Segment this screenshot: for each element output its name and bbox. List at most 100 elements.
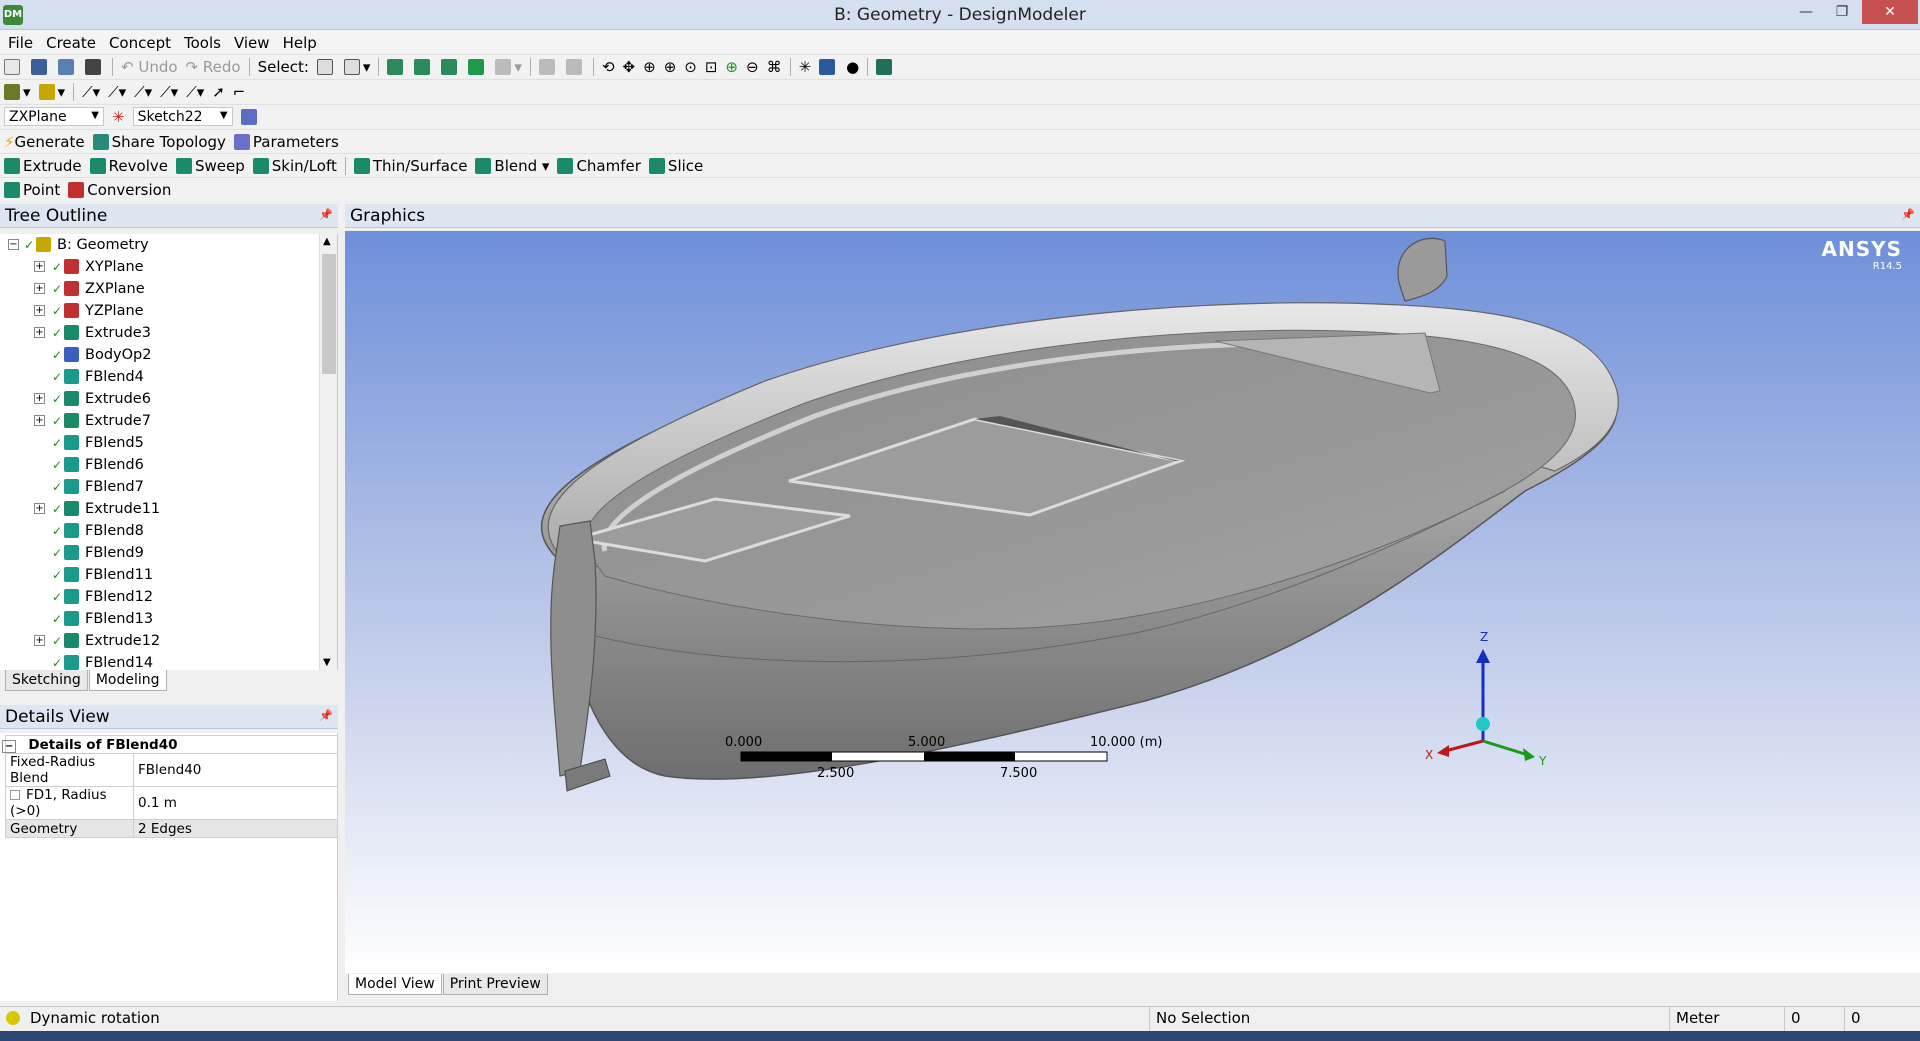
screenshot-button[interactable] (81, 56, 108, 78)
tree-item[interactable]: ✓ FBlend11 (0, 564, 320, 586)
tree-item[interactable]: ✓ FBlend7 (0, 476, 320, 498)
expand-icon[interactable]: + (34, 393, 45, 404)
invert-selection-button[interactable] (562, 56, 589, 78)
skin-loft-button[interactable]: Skin/Loft (249, 155, 341, 177)
new-button[interactable] (0, 56, 27, 78)
export-button[interactable] (54, 56, 81, 78)
magnifier-button[interactable]: ⊕ (721, 56, 742, 78)
redo-button[interactable]: ↷ Redo (182, 56, 245, 78)
scroll-down-icon[interactable]: ▼ (323, 657, 331, 668)
expand-icon[interactable]: + (34, 635, 45, 646)
chamfer-button[interactable]: Chamfer (553, 155, 644, 177)
new-plane-button[interactable]: ⟋▾ (78, 81, 104, 103)
graphics-viewport[interactable]: ANSYS R14.5 0.000 5.000 10.000 (m) 2.500… (345, 231, 1920, 973)
conversion-button[interactable]: Conversion (64, 179, 175, 201)
parameter-checkbox[interactable] (10, 790, 20, 800)
select-all-button[interactable] (535, 56, 562, 78)
extrude-button[interactable]: Extrude (0, 155, 86, 177)
zoom-window-button[interactable]: ⊡ (701, 56, 722, 78)
whats-this-button[interactable] (872, 56, 899, 78)
collapse-icon[interactable]: − (8, 239, 19, 250)
sketch-tool-7-button[interactable]: ⌐ (229, 81, 250, 103)
tab-modeling[interactable]: Modeling (88, 670, 167, 691)
menu-create[interactable]: Create (38, 30, 101, 52)
boat-model[interactable]: 0.000 5.000 10.000 (m) 2.500 7.500 Z X Y (345, 231, 1920, 973)
expand-icon[interactable]: + (34, 261, 45, 272)
tree-item[interactable]: ✓ FBlend8 (0, 520, 320, 542)
sketch-select[interactable]: Sketch22 ▼ (132, 107, 233, 126)
point-button[interactable]: Point (0, 179, 64, 201)
slice-button[interactable]: Slice (645, 155, 707, 177)
maximize-button[interactable]: ❐ (1819, 0, 1865, 24)
triad-iso-ball-icon[interactable] (1476, 717, 1490, 731)
display-toggle-button[interactable]: ▾ (35, 81, 70, 103)
details-row-value[interactable]: FBlend40 (133, 753, 338, 787)
pin-icon[interactable]: 📌 (1901, 208, 1915, 221)
new-plane-toolbar-button[interactable]: ✳ (108, 106, 129, 128)
sketch-tool-4-button[interactable]: ⟋▾ (156, 81, 182, 103)
blend-dropdown[interactable]: Blend ▾ (471, 155, 553, 177)
previous-view-button[interactable]: ⊖ (742, 56, 763, 78)
thin-surface-button[interactable]: Thin/Surface (350, 155, 472, 177)
tree-root[interactable]: − ✓ B: Geometry (0, 234, 320, 256)
tree-item[interactable]: ✓ FBlend4 (0, 366, 320, 388)
share-topology-button[interactable]: Share Topology (89, 131, 230, 153)
tree-item[interactable]: ✓ FBlend5 (0, 432, 320, 454)
new-sketch-toolbar-button[interactable] (237, 106, 264, 128)
look-at-button[interactable]: ▾ (0, 81, 35, 103)
tab-sketching[interactable]: Sketching (5, 670, 88, 691)
pin-icon[interactable]: 📌 (319, 709, 333, 722)
tree-item[interactable]: + ✓ Extrude3 (0, 322, 320, 344)
tree-item[interactable]: ✓ FBlend6 (0, 454, 320, 476)
parameters-button[interactable]: Parameters (230, 131, 343, 153)
tree-item[interactable]: ✓ FBlend9 (0, 542, 320, 564)
tree-item[interactable]: + ✓ Extrude7 (0, 410, 320, 432)
tree-item[interactable]: ✓ FBlend14 (0, 652, 320, 670)
box-zoom-button[interactable]: ⊕ (660, 56, 681, 78)
tree-scrollbar-thumb[interactable] (322, 254, 336, 374)
extend-selection-button[interactable]: ▾ (491, 56, 526, 78)
expand-icon[interactable]: + (34, 283, 45, 294)
rotate-button[interactable]: ⟲ (598, 56, 619, 78)
tree-item[interactable]: + ✓ Extrude12 (0, 630, 320, 652)
expand-icon[interactable]: + (34, 327, 45, 338)
details-row[interactable]: FD1, Radius (>0) 0.1 m (5, 786, 338, 820)
menu-help[interactable]: Help (275, 30, 322, 52)
zoom-button[interactable]: ⊕ (639, 56, 660, 78)
new-sketch-button[interactable]: ⟋▾ (104, 81, 130, 103)
tree-item[interactable]: + ✓ XYPlane (0, 256, 320, 278)
tab-print-preview[interactable]: Print Preview (442, 974, 548, 995)
expand-icon[interactable]: + (34, 503, 45, 514)
scroll-up-icon[interactable]: ▲ (323, 236, 331, 247)
collapse-icon[interactable]: − (2, 739, 17, 753)
sweep-button[interactable]: Sweep (172, 155, 249, 177)
zoom-fit-button[interactable]: ⊙ (680, 56, 701, 78)
expand-icon[interactable]: + (34, 305, 45, 316)
close-button[interactable]: ✕ (1862, 0, 1918, 24)
select-mode-button[interactable] (313, 56, 340, 78)
pan-button[interactable]: ✥ (619, 56, 640, 78)
pin-tool-button[interactable]: ➚ (208, 81, 229, 103)
tree-item[interactable]: ✓ FBlend13 (0, 608, 320, 630)
revolve-button[interactable]: Revolve (86, 155, 172, 177)
tree-item[interactable]: + ✓ Extrude6 (0, 388, 320, 410)
select-faces-button[interactable] (437, 56, 464, 78)
display-mode-button[interactable] (815, 56, 842, 78)
tree-scrollbar[interactable]: ▲ ▼ (319, 234, 337, 670)
menu-file[interactable]: File (0, 30, 38, 52)
details-row[interactable]: Fixed-Radius Blend FBlend40 (5, 753, 338, 787)
save-button[interactable] (27, 56, 54, 78)
tab-model-view[interactable]: Model View (348, 974, 442, 995)
menu-view[interactable]: View (226, 30, 275, 52)
select-edges-button[interactable] (410, 56, 437, 78)
iso-view-button[interactable]: ⌘ (763, 56, 786, 78)
undo-button[interactable]: ↶ Undo (117, 56, 182, 78)
tree-item[interactable]: + ✓ YZPlane (0, 300, 320, 322)
expand-icon[interactable]: + (34, 415, 45, 426)
axis-triad[interactable]: Z X Y (1425, 630, 1547, 768)
select-filter-dropdown[interactable]: ▾ (340, 56, 375, 78)
sketch-tool-3-button[interactable]: ⟋▾ (130, 81, 156, 103)
tree-item[interactable]: + ✓ Extrude11 (0, 498, 320, 520)
tree-item[interactable]: ✓ BodyOp2 (0, 344, 320, 366)
select-points-button[interactable] (383, 56, 410, 78)
